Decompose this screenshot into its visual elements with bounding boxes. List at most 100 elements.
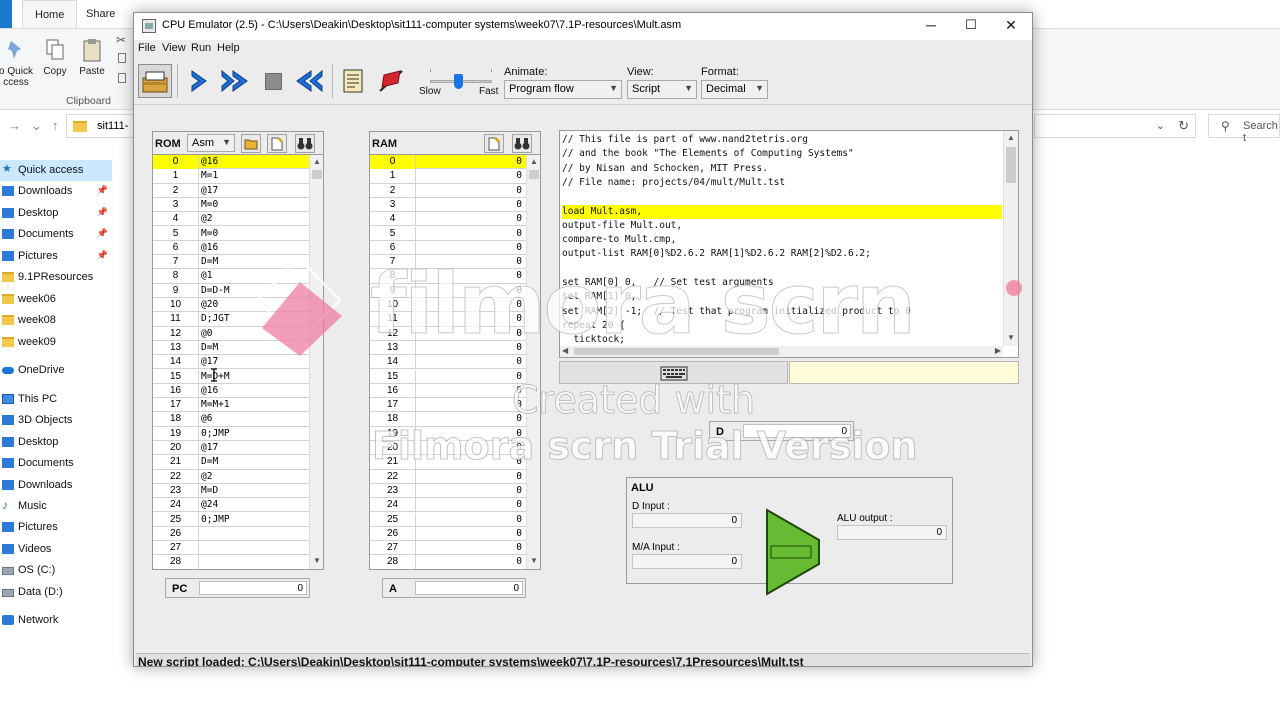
ram-value[interactable]: 0 — [416, 327, 526, 341]
rom-row[interactable]: 6 @16 — [153, 240, 309, 256]
ram-row[interactable]: 12 0 — [370, 326, 526, 341]
rom-row[interactable]: 27 — [153, 541, 309, 556]
rom-row[interactable]: 10 @20 — [153, 298, 309, 313]
ram-row[interactable]: 90 — [370, 283, 526, 298]
ram-scroll-thumb[interactable] — [529, 170, 539, 179]
sidebar-item-videos[interactable]: Videos — [0, 539, 112, 560]
rom-scrollbar[interactable]: ▲ ▼ — [309, 155, 323, 569]
rom-value[interactable]: M=1 — [199, 169, 309, 183]
tab-share[interactable]: Share — [86, 8, 115, 20]
rom-row[interactable]: 26 — [153, 526, 309, 542]
ram-value[interactable]: 0 — [416, 198, 526, 212]
ram-value[interactable]: 0 — [416, 498, 526, 512]
ram-row[interactable]: 80 — [370, 269, 526, 284]
ram-value[interactable]: 0 — [416, 384, 526, 398]
sidebar-item-downloads[interactable]: Downloads — [0, 475, 112, 496]
rom-value[interactable]: @0 — [199, 327, 309, 341]
ram-row[interactable]: 14 0 — [370, 355, 526, 370]
rom-row[interactable]: 4 @2 — [153, 212, 309, 227]
rom-search-button[interactable] — [295, 134, 315, 153]
ram-row[interactable]: 24 0 — [370, 498, 526, 513]
sidebar-item-pictures[interactable]: Pictures 📌 — [0, 246, 112, 267]
rom-row[interactable]: 28 — [153, 555, 309, 569]
rom-row[interactable]: 1 M=1 — [153, 169, 309, 184]
ram-value[interactable]: 0 — [416, 298, 526, 312]
rom-row[interactable]: 23 M=D — [153, 483, 309, 499]
ram-value[interactable]: 0 — [416, 441, 526, 455]
rom-scroll-thumb[interactable] — [312, 170, 322, 179]
script-hscroll-thumb[interactable] — [574, 348, 779, 355]
sidebar-item-quick-access[interactable]: ★ Quick access — [0, 160, 112, 181]
sidebar-item-desktop[interactable]: Desktop — [0, 432, 112, 453]
script-button[interactable] — [336, 64, 370, 98]
rom-value[interactable]: M=0 — [199, 227, 309, 241]
d-value-field[interactable]: 0 — [743, 424, 851, 438]
ram-row[interactable]: 20 0 — [370, 441, 526, 456]
rom-row[interactable]: 20 @17 — [153, 441, 309, 456]
rom-value[interactable] — [199, 527, 309, 541]
file-tab[interactable] — [0, 0, 12, 28]
sidebar-item-documents[interactable]: Documents 📌 — [0, 224, 112, 245]
script-scroll-thumb[interactable] — [1006, 147, 1016, 183]
ram-value[interactable]: 0 — [416, 284, 526, 298]
scroll-up-icon[interactable]: ▲ — [1004, 131, 1018, 145]
script-vertical-scrollbar[interactable]: ▲ ▼ — [1003, 131, 1018, 346]
scroll-up-icon[interactable]: ▲ — [310, 155, 323, 169]
menu-help[interactable]: Help — [217, 42, 240, 54]
ram-row[interactable]: 27 0 — [370, 541, 526, 556]
ram-row[interactable]: 50 — [370, 226, 526, 241]
breakpoints-button[interactable] — [374, 64, 408, 98]
rom-row[interactable]: 15 M=D+M — [153, 369, 309, 384]
ram-row[interactable]: 60 — [370, 240, 526, 256]
rom-row[interactable]: 0 @16 — [153, 155, 309, 170]
rom-value[interactable]: D;JGT — [199, 312, 309, 326]
rom-value[interactable]: @2 — [199, 470, 309, 484]
cut-icon[interactable]: ✂ — [116, 33, 126, 47]
ram-row[interactable]: 28 0 — [370, 555, 526, 569]
minimize-button[interactable]: ─ — [910, 13, 952, 40]
rom-value[interactable]: @24 — [199, 498, 309, 512]
ram-value[interactable]: 0 — [416, 212, 526, 226]
sidebar-item-week06[interactable]: week06 — [0, 289, 112, 310]
rom-row[interactable]: 25 0;JMP — [153, 512, 309, 527]
ram-value[interactable]: 0 — [416, 370, 526, 384]
copy-path-icon[interactable] — [118, 53, 126, 63]
ram-row[interactable]: 00 — [370, 155, 526, 170]
rom-format-select[interactable]: Asm ▼ — [187, 134, 235, 152]
search-input[interactable]: ⚲ Search t — [1208, 114, 1280, 144]
ram-value[interactable]: 0 — [416, 455, 526, 469]
ram-row[interactable]: 26 0 — [370, 526, 526, 542]
rom-value[interactable]: D=D-M — [199, 284, 309, 298]
ram-clear-button[interactable] — [484, 134, 504, 153]
ram-row[interactable]: 18 0 — [370, 412, 526, 427]
menu-file[interactable]: File — [138, 42, 156, 54]
ram-value[interactable]: 0 — [416, 427, 526, 441]
ram-value[interactable]: 0 — [416, 227, 526, 241]
ram-value[interactable]: 0 — [416, 184, 526, 198]
animate-select[interactable]: Program flow ▼ — [504, 80, 622, 99]
ram-value[interactable]: 0 — [416, 312, 526, 326]
ram-value[interactable]: 0 — [416, 541, 526, 555]
address-bar[interactable]: sit111- — [66, 114, 136, 138]
paste-button[interactable]: Paste — [78, 37, 106, 77]
forward-icon[interactable]: → — [8, 118, 31, 133]
rom-row[interactable]: 14 @17 — [153, 355, 309, 370]
ram-row[interactable]: 22 0 — [370, 469, 526, 484]
paste-shortcut-icon[interactable] — [118, 73, 126, 83]
ram-scrollbar[interactable]: ▲ ▼ — [526, 155, 540, 569]
sidebar-item-this-pc[interactable]: This PC — [0, 389, 112, 410]
ram-row[interactable]: 40 — [370, 212, 526, 227]
script-horizontal-scrollbar[interactable]: ◀ ▶ — [560, 346, 1003, 357]
rom-value[interactable] — [199, 541, 309, 555]
rom-row[interactable]: 19 0;JMP — [153, 426, 309, 441]
ram-row[interactable]: 30 — [370, 197, 526, 213]
view-select[interactable]: Script ▼ — [627, 80, 697, 99]
rom-value[interactable]: @2 — [199, 212, 309, 226]
rom-value[interactable]: D=M — [199, 455, 309, 469]
tab-home[interactable]: Home — [22, 0, 78, 28]
ram-value[interactable]: 0 — [416, 241, 526, 255]
rom-row[interactable]: 5 M=0 — [153, 226, 309, 241]
sidebar-item-downloads[interactable]: Downloads 📌 — [0, 181, 112, 202]
sidebar-item-9-1presources[interactable]: 9.1PResources — [0, 267, 112, 288]
rom-row[interactable]: 12 @0 — [153, 326, 309, 341]
